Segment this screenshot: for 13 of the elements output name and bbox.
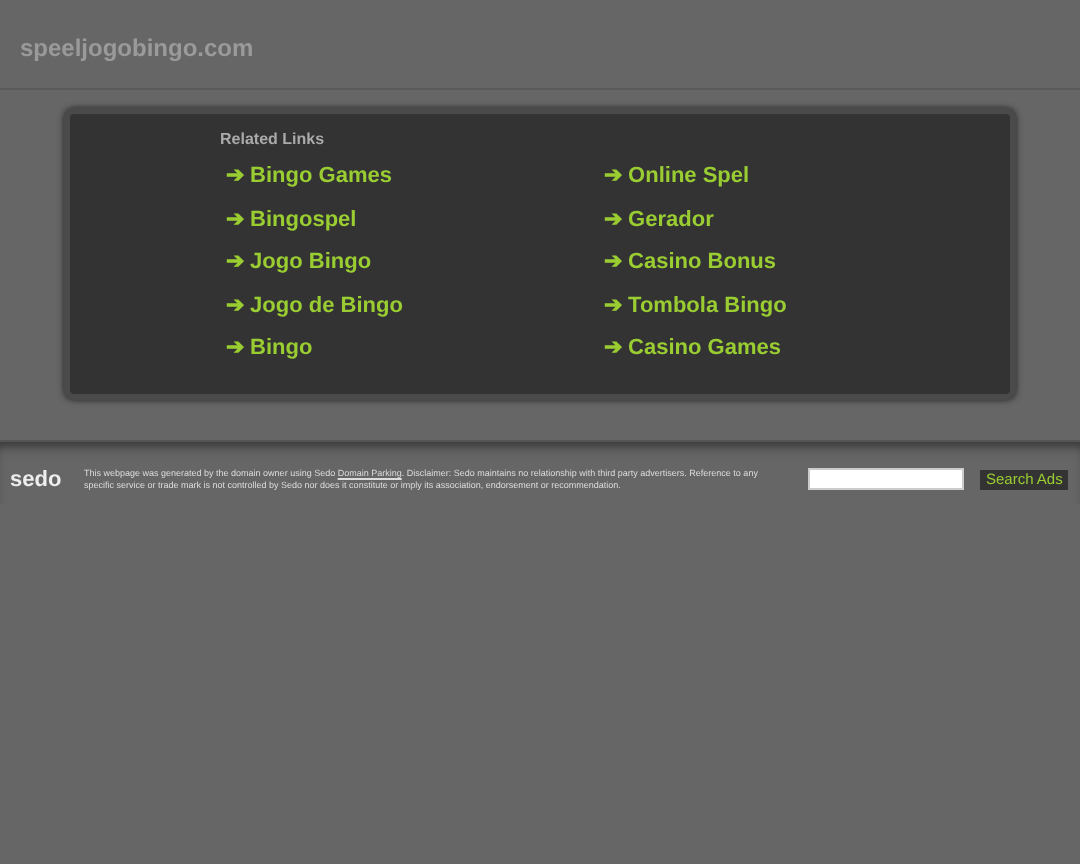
related-link[interactable]: ➔ Jogo Bingo: [220, 248, 372, 279]
related-link[interactable]: ➔ Jogo de Bingo: [220, 291, 403, 322]
related-link[interactable]: ➔ Gerador: [598, 205, 714, 236]
related-link[interactable]: ➔ Casino Bonus: [598, 248, 777, 279]
related-link[interactable]: ➔ Tombola Bingo: [598, 291, 787, 322]
related-link[interactable]: ➔ Online Spel: [598, 162, 750, 193]
related-link[interactable]: ➔ Bingo: [220, 334, 313, 365]
related-link[interactable]: ➔ Bingospel: [220, 205, 357, 236]
related-link[interactable]: ➔ Bingo Games: [220, 162, 392, 193]
search-field[interactable]: [808, 468, 964, 490]
sedo-logo: sedo: [10, 467, 64, 491]
related-links-heading: Related Links: [220, 130, 327, 148]
related-link[interactable]: ➔ Casino Games: [598, 334, 781, 365]
